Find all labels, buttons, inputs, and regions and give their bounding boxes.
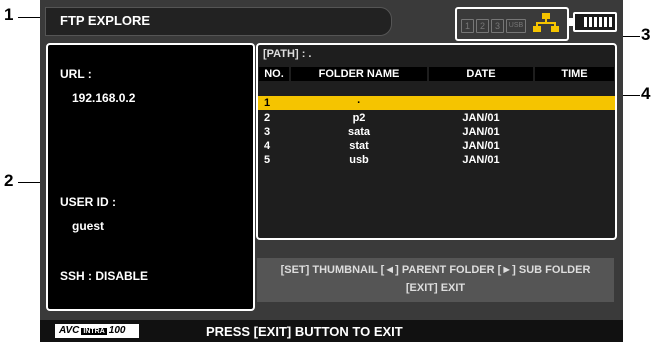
avc-intra-logo: AVC INTRA 100: [55, 324, 139, 338]
screen-title: FTP EXPLORE: [60, 13, 151, 28]
row-date: JAN/01: [462, 140, 500, 152]
slot-3-indicator: 3: [491, 19, 504, 33]
path-display: [PATH] : .: [263, 48, 312, 60]
column-header-no: NO.: [259, 67, 289, 81]
button-guide-line-1: [SET] THUMBNAIL [◄] PARENT FOLDER [►] SU…: [280, 264, 591, 276]
callout-2: 2: [4, 171, 14, 190]
row-number: 5: [264, 154, 271, 166]
column-header-time: TIME: [535, 67, 614, 81]
slot-1-indicator: 1: [461, 19, 474, 33]
ssh-status: SSH : DISABLE: [60, 269, 149, 283]
title-bar: FTP EXPLORE: [45, 7, 392, 36]
table-row[interactable]: 5 usb JAN/01: [258, 153, 615, 167]
row-number: 3: [264, 126, 271, 138]
battery-icon: [569, 12, 617, 32]
device-indicator: 1 2 3 USB: [455, 7, 569, 41]
row-date: JAN/01: [462, 112, 500, 124]
usb-indicator: USB: [506, 19, 526, 33]
table-row[interactable]: 4 stat JAN/01: [258, 139, 615, 153]
row-date: JAN/01: [462, 154, 500, 166]
slot-2-indicator: 2: [476, 19, 489, 33]
button-guide: [SET] THUMBNAIL [◄] PARENT FOLDER [►] SU…: [257, 258, 614, 302]
row-number: 4: [264, 140, 271, 152]
row-folder-name: p2: [352, 112, 366, 124]
button-guide-line-2: [EXIT] EXIT: [405, 282, 466, 294]
row-date: JAN/01: [462, 126, 500, 138]
table-row[interactable]: 1 ·: [258, 96, 615, 110]
user-id-label: USER ID :: [60, 195, 117, 209]
row-folder-name: sata: [347, 126, 371, 138]
connection-info-panel: URL : 192.168.0.2 USER ID : guest SSH : …: [46, 43, 255, 311]
url-label: URL :: [60, 67, 92, 81]
row-folder-name: usb: [349, 154, 369, 166]
bottom-bar: AVC INTRA 100 PRESS [EXIT] BUTTON TO EXIT: [40, 320, 623, 342]
table-row[interactable]: 3 sata JAN/01: [258, 125, 615, 139]
row-folder-name: ·: [357, 97, 361, 109]
user-id-value: guest: [72, 219, 105, 233]
callout-1: 1: [4, 5, 14, 24]
exit-instruction: PRESS [EXIT] BUTTON TO EXIT: [206, 324, 403, 339]
row-folder-name: stat: [349, 140, 369, 152]
callout-3: 3: [641, 25, 651, 44]
callout-4: 4: [641, 84, 651, 103]
column-header-folder-name: FOLDER NAME: [291, 67, 427, 81]
row-number: 2: [264, 112, 271, 124]
network-icon: [533, 13, 559, 32]
column-header-date: DATE: [429, 67, 533, 81]
row-number: 1: [264, 97, 271, 109]
folder-browser-panel: [PATH] : . NO. FOLDER NAME DATE TIME 1 ·…: [256, 43, 617, 240]
table-row[interactable]: 2 p2 JAN/01: [258, 111, 615, 125]
lcd-screen: FTP EXPLORE 1 2 3 USB URL : 192.168.0.2 …: [40, 0, 623, 342]
url-value: 192.168.0.2: [72, 91, 136, 105]
